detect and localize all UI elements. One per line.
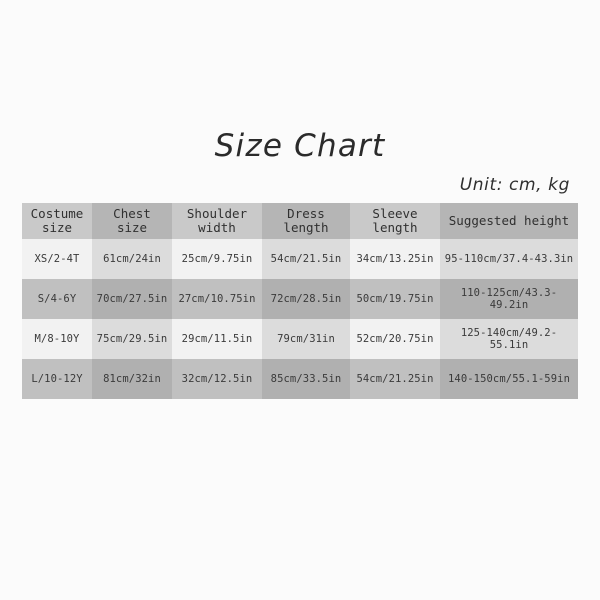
header-line-1: Sleeve	[372, 206, 418, 221]
table-header: Costume size Chest size Shoulder width D…	[22, 203, 578, 239]
table-row: XS/2-4T 61cm/24in 25cm/9.75in 54cm/21.5i…	[22, 239, 578, 279]
header-line-2: length	[372, 220, 418, 235]
page-title: Size Chart	[214, 128, 386, 164]
cell-costume-size: S/4-6Y	[22, 279, 92, 319]
unit-note: Unit: cm, kg	[459, 175, 570, 195]
cell-suggested-height: 125-140cm/49.2-55.1in	[440, 319, 578, 359]
cell-chest-size: 61cm/24in	[92, 239, 172, 279]
column-header-dress-length: Dress length	[262, 203, 350, 239]
cell-sleeve-length: 52cm/20.75in	[350, 319, 440, 359]
size-chart-table: Costume size Chest size Shoulder width D…	[22, 203, 578, 399]
header-line-1: Chest size	[113, 206, 151, 235]
header-line-2: width	[198, 220, 236, 235]
cell-suggested-height: 110-125cm/43.3-49.2in	[440, 279, 578, 319]
cell-suggested-height: 140-150cm/55.1-59in	[440, 359, 578, 399]
cell-dress-length: 79cm/31in	[262, 319, 350, 359]
table-header-row: Costume size Chest size Shoulder width D…	[22, 203, 578, 239]
cell-costume-size: M/8-10Y	[22, 319, 92, 359]
header-line-1: Dress	[287, 206, 325, 221]
cell-sleeve-length: 34cm/13.25in	[350, 239, 440, 279]
cell-suggested-height: 95-110cm/37.4-43.3in	[440, 239, 578, 279]
cell-costume-size: L/10-12Y	[22, 359, 92, 399]
header-line-1: Suggested height	[448, 213, 570, 228]
cell-sleeve-length: 50cm/19.75in	[350, 279, 440, 319]
cell-shoulder-width: 27cm/10.75in	[172, 279, 262, 319]
cell-dress-length: 72cm/28.5in	[262, 279, 350, 319]
column-header-sleeve-length: Sleeve length	[350, 203, 440, 239]
cell-chest-size: 81cm/32in	[92, 359, 172, 399]
table-body: XS/2-4T 61cm/24in 25cm/9.75in 54cm/21.5i…	[22, 239, 578, 399]
column-header-costume-size: Costume size	[22, 203, 92, 239]
header-line-1: Shoulder	[186, 206, 248, 221]
cell-sleeve-length: 54cm/21.25in	[350, 359, 440, 399]
column-header-suggested-height: Suggested height	[440, 203, 578, 239]
header-line-1: Costume	[30, 206, 84, 221]
header-line-2: length	[283, 220, 329, 235]
column-header-shoulder-width: Shoulder width	[172, 203, 262, 239]
cell-dress-length: 54cm/21.5in	[262, 239, 350, 279]
size-chart-page: Size Chart Unit: cm, kg Costume size Che…	[0, 0, 600, 600]
cell-shoulder-width: 25cm/9.75in	[172, 239, 262, 279]
header-line-2: size	[41, 220, 73, 235]
cell-shoulder-width: 29cm/11.5in	[172, 319, 262, 359]
table-row: S/4-6Y 70cm/27.5in 27cm/10.75in 72cm/28.…	[22, 279, 578, 319]
column-header-chest-size: Chest size	[92, 203, 172, 239]
size-chart-table-container: Costume size Chest size Shoulder width D…	[22, 203, 578, 399]
table-row: L/10-12Y 81cm/32in 32cm/12.5in 85cm/33.5…	[22, 359, 578, 399]
table-row: M/8-10Y 75cm/29.5in 29cm/11.5in 79cm/31i…	[22, 319, 578, 359]
cell-chest-size: 70cm/27.5in	[92, 279, 172, 319]
cell-costume-size: XS/2-4T	[22, 239, 92, 279]
cell-dress-length: 85cm/33.5in	[262, 359, 350, 399]
cell-chest-size: 75cm/29.5in	[92, 319, 172, 359]
cell-shoulder-width: 32cm/12.5in	[172, 359, 262, 399]
